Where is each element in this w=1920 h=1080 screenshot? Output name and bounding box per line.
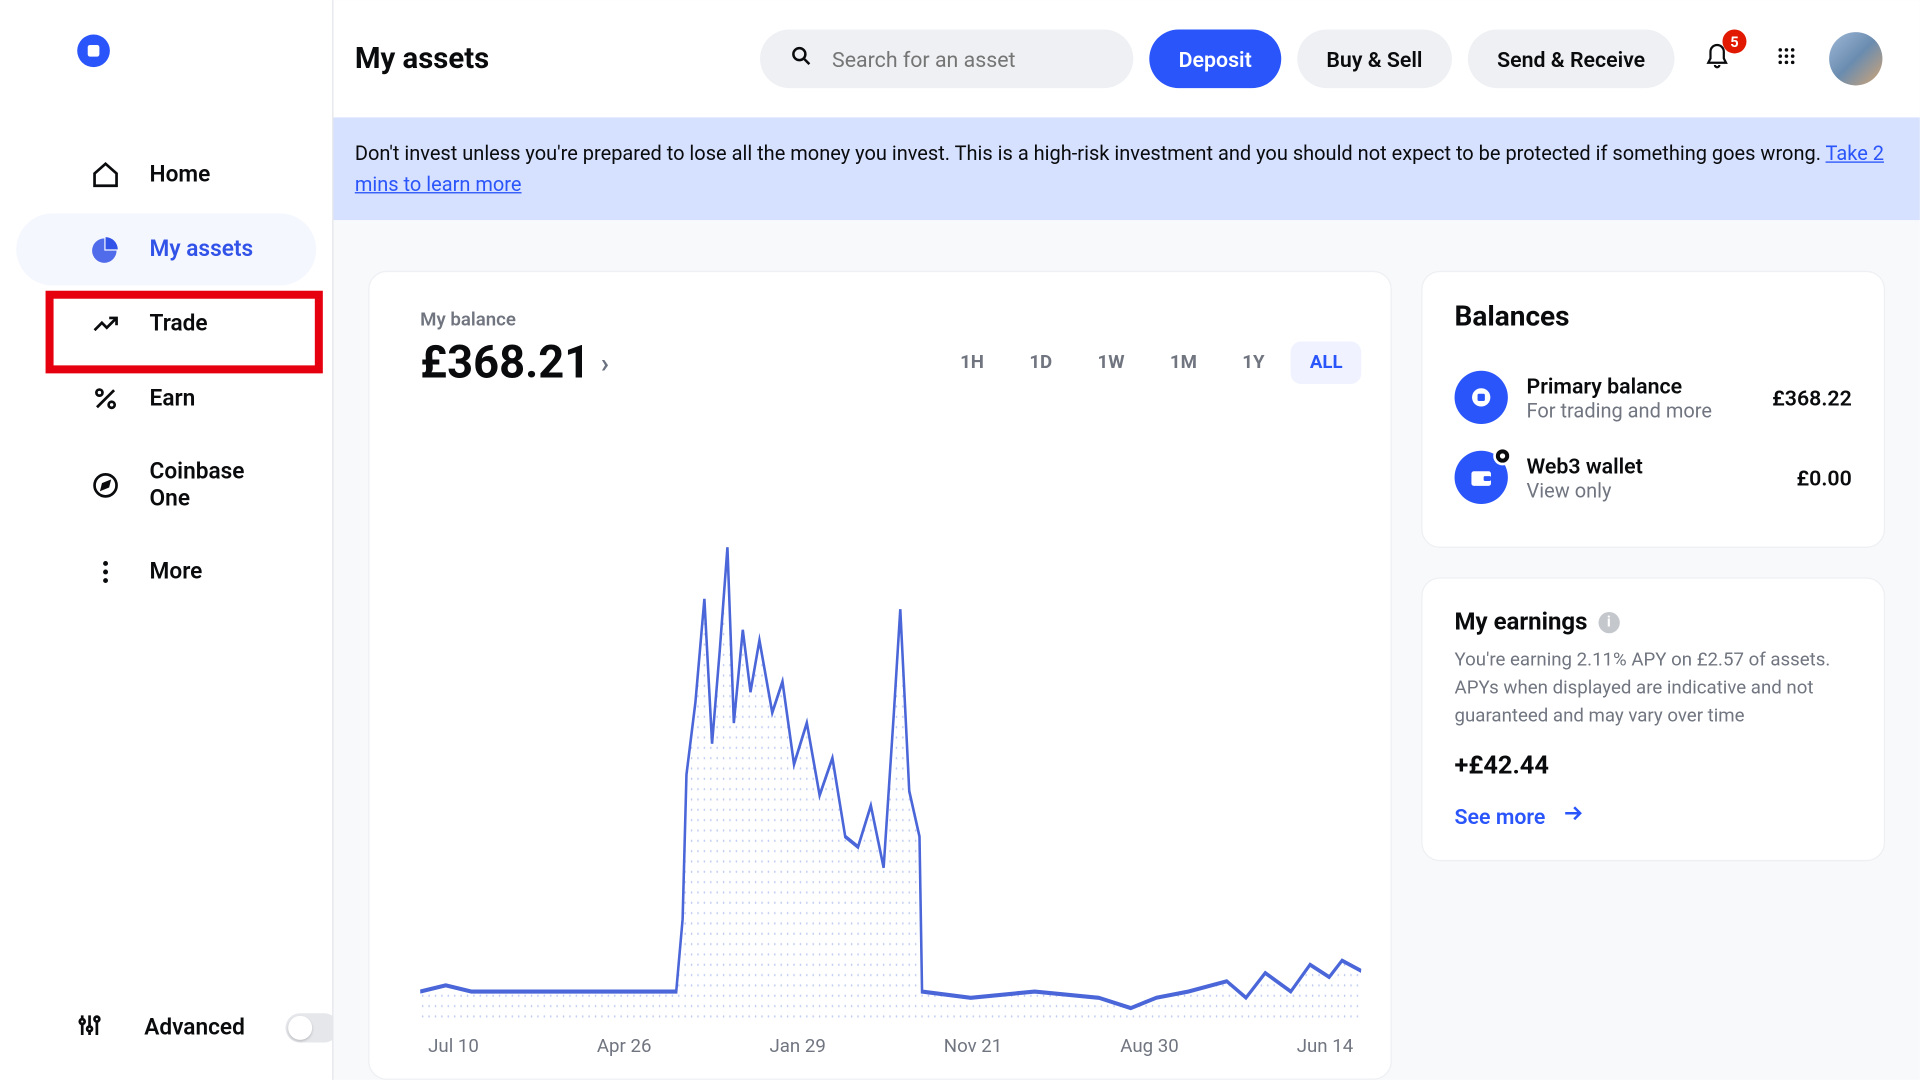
dots-icon [91, 557, 120, 586]
home-icon [91, 160, 120, 189]
balance-item-primary[interactable]: Primary balance For trading and more £36… [1455, 357, 1852, 437]
sidebar-item-trade[interactable]: Trade [16, 288, 316, 360]
x-label: Jan 29 [769, 1036, 825, 1057]
sidebar-item-my-assets[interactable]: My assets [16, 213, 316, 285]
balance-chart-card: My balance £368.21 › 1H1D1W1M1YALL [368, 271, 1392, 1080]
earnings-desc: You're earning 2.11% APY on £2.57 of ass… [1455, 647, 1852, 731]
x-label: Apr 26 [597, 1036, 652, 1057]
deposit-button[interactable]: Deposit [1149, 29, 1281, 88]
trend-icon [91, 309, 120, 338]
banner-text: Don't invest unless you're prepared to l… [355, 141, 1826, 165]
earnings-card: My earnings i You're earning 2.11% APY o… [1421, 577, 1885, 861]
advanced-toggle-row: Advanced [75, 1011, 338, 1046]
balances-title: Balances [1455, 301, 1852, 333]
pie-icon [91, 235, 120, 264]
avatar[interactable] [1829, 32, 1882, 85]
balance-item-sub: View only [1527, 478, 1778, 502]
buy-sell-button[interactable]: Buy & Sell [1297, 29, 1452, 88]
balance-value-text: £368.21 [420, 336, 590, 389]
chart-x-labels: Jul 10 Apr 26 Jan 29 Nov 21 Aug 30 Jun 14 [420, 1023, 1361, 1063]
notifications-button[interactable]: 5 [1690, 32, 1743, 85]
balance-item-name: Web3 wallet [1527, 453, 1778, 478]
x-label: Jun 14 [1297, 1036, 1354, 1057]
x-label: Nov 21 [944, 1036, 1002, 1057]
notification-badge: 5 [1722, 29, 1746, 53]
info-icon[interactable]: i [1598, 611, 1619, 632]
sidebar-label: Coinbase One [150, 459, 285, 512]
grid-icon [1776, 45, 1797, 72]
balance-item-amount: £0.00 [1797, 465, 1852, 490]
main-content: My assets Deposit Buy & Sell Send & Rece… [333, 0, 1919, 1080]
risk-banner: Don't invest unless you're prepared to l… [333, 117, 1919, 220]
sidebar-label: My assets [150, 236, 254, 263]
search-icon [789, 44, 813, 73]
range-tabs: 1H1D1W1M1YALL [941, 341, 1361, 384]
earnings-title-text: My earnings [1455, 608, 1588, 636]
compass-icon [91, 471, 120, 500]
sidebar-label: Home [150, 161, 211, 188]
balance-value-button[interactable]: £368.21 › [420, 336, 609, 389]
page-title: My assets [355, 42, 489, 75]
range-tab-1y[interactable]: 1Y [1224, 341, 1284, 384]
x-label: Jul 10 [428, 1036, 479, 1057]
balance-item-name: Primary balance [1527, 373, 1754, 398]
search-box[interactable] [760, 29, 1133, 88]
sidebar-item-home[interactable]: Home [16, 139, 316, 211]
range-tab-1d[interactable]: 1D [1011, 341, 1071, 384]
sidebar-label: Trade [150, 311, 208, 338]
balance-item-amount: £368.22 [1772, 385, 1852, 410]
header: My assets Deposit Buy & Sell Send & Rece… [333, 0, 1919, 117]
sidebar: Home My assets Trade Earn Coinbase One M… [0, 0, 333, 1080]
send-receive-button[interactable]: Send & Receive [1468, 29, 1675, 88]
chart-area[interactable] [420, 403, 1361, 1023]
sidebar-item-earn[interactable]: Earn [16, 363, 316, 435]
see-more-text: See more [1455, 803, 1546, 828]
see-more-link[interactable]: See more [1455, 801, 1852, 830]
sidebar-item-coinbase-one[interactable]: Coinbase One [16, 437, 316, 533]
balance-item-web3[interactable]: Web3 wallet View only £0.00 [1455, 437, 1852, 517]
x-label: Aug 30 [1120, 1036, 1178, 1057]
advanced-label: Advanced [144, 1015, 245, 1042]
range-tab-1h[interactable]: 1H [941, 341, 1002, 384]
range-tab-all[interactable]: ALL [1291, 341, 1361, 384]
arrow-right-icon [1561, 801, 1585, 830]
balances-card: Balances Primary balance For trading and… [1421, 271, 1885, 548]
earnings-amount: +£42.44 [1455, 749, 1852, 780]
coinbase-icon [1455, 371, 1508, 424]
sidebar-item-more[interactable]: More [16, 536, 316, 608]
balance-item-sub: For trading and more [1527, 398, 1754, 422]
sidebar-label: Earn [150, 385, 196, 412]
balance-label: My balance [420, 309, 1361, 330]
range-tab-1w[interactable]: 1W [1079, 341, 1143, 384]
percent-icon [91, 384, 120, 413]
sliders-icon [75, 1011, 104, 1046]
coinbase-logo[interactable] [75, 32, 332, 75]
apps-button[interactable] [1760, 32, 1813, 85]
chevron-right-icon: › [601, 347, 609, 379]
range-tab-1m[interactable]: 1M [1151, 341, 1215, 384]
wallet-icon [1455, 451, 1508, 504]
sidebar-label: More [150, 559, 203, 586]
search-input[interactable] [832, 46, 1104, 71]
advanced-toggle[interactable] [285, 1013, 338, 1042]
